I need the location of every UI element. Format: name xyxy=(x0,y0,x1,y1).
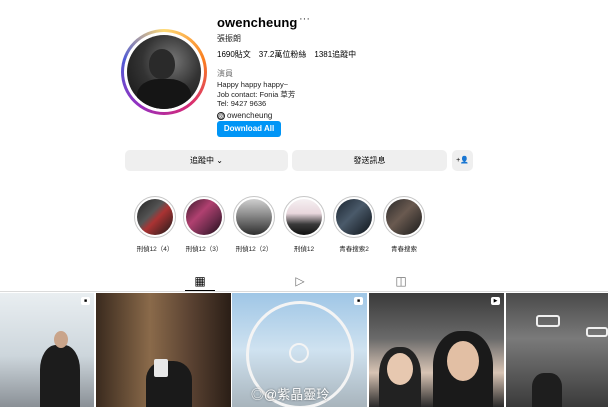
highlight-ring xyxy=(283,196,325,238)
watermark-text: ◎@紫晶靈玲 xyxy=(251,387,330,402)
highlight-cover xyxy=(386,199,422,235)
post-thumbnail[interactable] xyxy=(506,293,608,407)
highlight-cover xyxy=(186,199,222,235)
tab-reels-icon[interactable]: ▷ xyxy=(293,274,307,288)
avatar-figure-body xyxy=(137,79,191,109)
post-figure-face xyxy=(447,341,479,381)
post-ceiling-light xyxy=(536,315,560,327)
highlight-item[interactable]: 刑偵12 xyxy=(282,196,326,253)
post-figure-face xyxy=(54,331,68,348)
highlight-item[interactable]: 刑偵12（2） xyxy=(232,196,276,253)
highlight-cover xyxy=(336,199,372,235)
tab-active-indicator xyxy=(185,290,215,291)
highlight-ring xyxy=(333,196,375,238)
highlight-ring xyxy=(183,196,225,238)
avatar-photo xyxy=(127,35,201,109)
posts-count: 1690貼文 xyxy=(217,50,251,59)
tab-tagged-icon[interactable]: ◫ xyxy=(394,274,408,288)
following-button[interactable]: 追蹤中 ⌄ xyxy=(125,150,288,171)
highlight-label: 刑偵12（4） xyxy=(136,246,174,253)
highlight-label: 刑偵12（2） xyxy=(235,246,273,253)
add-user-icon[interactable]: +👤 xyxy=(452,150,473,171)
tabs-divider xyxy=(0,291,608,292)
following-count[interactable]: 1381追蹤中 xyxy=(314,49,356,60)
highlight-label: 青春搜索2 xyxy=(339,246,369,253)
threads-handle: owencheung xyxy=(227,111,273,120)
threads-icon: @ xyxy=(217,111,225,120)
highlight-item[interactable]: 刑偵12（3） xyxy=(182,196,226,253)
avatar-figure-head xyxy=(149,49,175,79)
post-figure xyxy=(146,361,192,407)
post-figure xyxy=(40,345,80,407)
highlight-label: 青春搜索 xyxy=(391,246,417,253)
highlight-cover xyxy=(286,199,322,235)
video-badge-icon: ▶ xyxy=(491,297,500,305)
highlight-label: 刑偵12 xyxy=(293,246,315,253)
video-badge-icon: ■ xyxy=(354,297,363,305)
highlight-ring xyxy=(233,196,275,238)
highlight-ring xyxy=(134,196,176,238)
post-thumbnail[interactable] xyxy=(96,293,231,407)
highlight-cover xyxy=(236,199,272,235)
more-options-icon[interactable]: ··· xyxy=(299,13,310,25)
download-all-button[interactable]: Download All xyxy=(217,121,281,137)
highlight-item[interactable]: 刑偵12（4） xyxy=(133,196,177,253)
post-thumbnail[interactable]: ▶ xyxy=(369,293,504,407)
video-badge-icon: ■ xyxy=(81,297,90,305)
profile-category: 演員 xyxy=(217,69,233,78)
highlight-ring xyxy=(383,196,425,238)
highlight-item[interactable]: 青春搜索 xyxy=(382,196,426,253)
followers-count[interactable]: 37.2萬位粉絲 xyxy=(259,49,307,60)
tab-posts-grid-icon[interactable]: ▦ xyxy=(193,274,207,288)
post-figure-face xyxy=(387,353,413,385)
profile-username: owencheung xyxy=(217,15,298,30)
highlight-label: 刑偵12（3） xyxy=(185,246,223,253)
threads-link[interactable]: @ owencheung xyxy=(217,111,272,120)
profile-full-name: 張振朗 xyxy=(217,34,241,43)
profile-bio: Happy happy happy~ Job contact: Fonia 草芳… xyxy=(217,80,296,108)
post-thumbnail[interactable]: ■ xyxy=(0,293,94,407)
highlight-item[interactable]: 青春搜索2 xyxy=(332,196,376,253)
message-button[interactable]: 發送訊息 xyxy=(292,150,447,171)
avatar-border xyxy=(124,32,204,112)
profile-stats: 1690貼文 37.2萬位粉絲 1381追蹤中 xyxy=(217,49,356,60)
post-figure xyxy=(532,373,562,407)
highlight-cover xyxy=(137,199,173,235)
post-ceiling-light xyxy=(586,327,608,337)
post-phone xyxy=(154,359,168,377)
post-wheel-hub xyxy=(289,343,309,363)
profile-avatar[interactable] xyxy=(121,29,207,115)
